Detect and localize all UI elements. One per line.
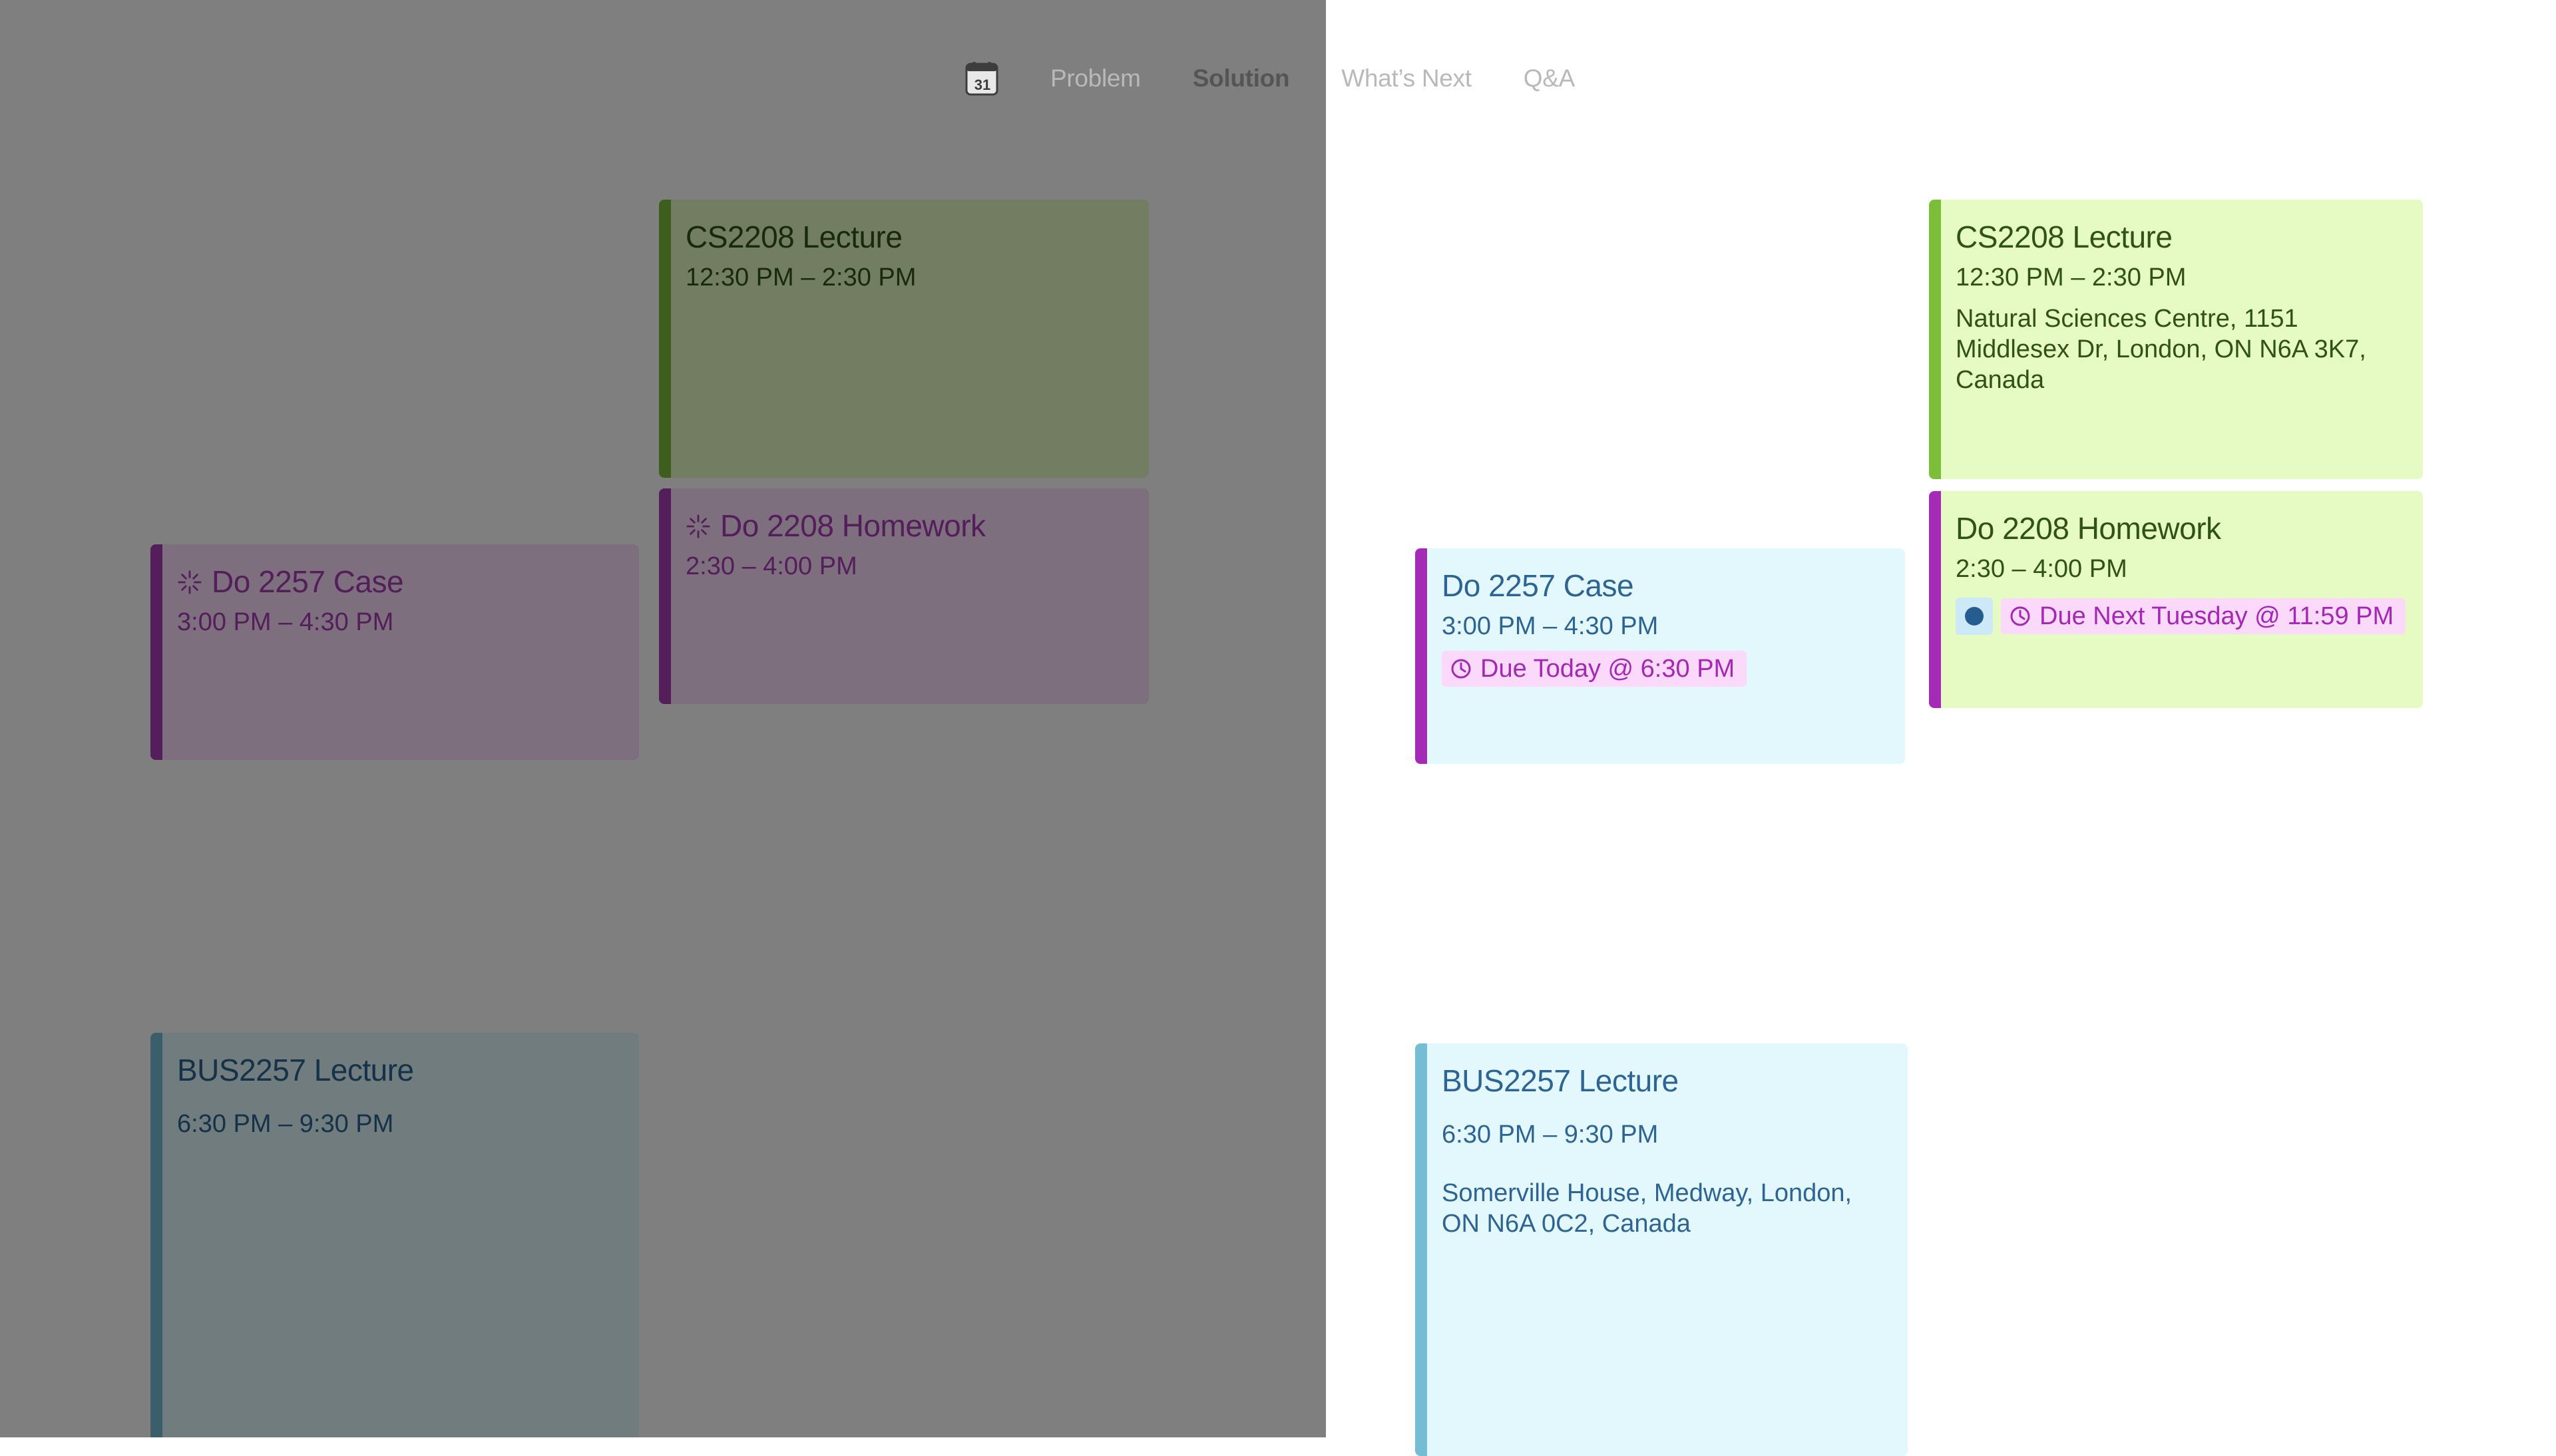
nav-item-whats-next[interactable]: What’s Next — [1341, 65, 1472, 92]
clock-icon — [1451, 659, 1471, 679]
clock-icon — [2010, 606, 2030, 626]
top-nav: 31 Problem Solution What’s Next Q&A — [965, 60, 1627, 97]
due-date-text: Due Next Tuesday @ 11:59 PM — [2039, 602, 2394, 630]
event-location: Natural Sciences Centre, 1151 Middlesex … — [1956, 305, 2366, 394]
badge-row: Due Today @ 6:30 PM — [1442, 651, 1892, 687]
event-cs2208-lecture-before[interactable]: CS2208 Lecture 12:30 PM – 2:30 PM — [659, 200, 1149, 478]
event-bus2257-lecture-after[interactable]: BUS2257 Lecture 6:30 PM – 9:30 PM Somerv… — [1415, 1043, 1908, 1456]
sparkle-icon — [686, 514, 710, 538]
nav-item-qa[interactable]: Q&A — [1524, 65, 1576, 92]
calendar-day-number: 31 — [974, 77, 990, 93]
event-title: Do 2257 Case — [1442, 568, 1634, 603]
event-location: Somerville House, Medway, London, ON N6A… — [1442, 1179, 1852, 1238]
before-calendar-panel: CS2208 Lecture 12:30 PM – 2:30 PM Do 220… — [0, 0, 1326, 1437]
event-do-2257-case-before[interactable]: Do 2257 Case 3:00 PM – 4:30 PM — [150, 544, 639, 760]
dot-icon — [1965, 607, 1984, 626]
event-do-2208-homework-after[interactable]: Do 2208 Homework 2:30 – 4:00 PM Due Next… — [1929, 491, 2423, 708]
event-time: 6:30 PM – 9:30 PM — [1442, 1121, 1659, 1149]
nav-item-problem[interactable]: Problem — [1050, 65, 1141, 92]
nav-item-solution[interactable]: Solution — [1193, 65, 1290, 92]
event-time: 2:30 – 4:00 PM — [1956, 555, 2127, 583]
calendar-icon[interactable]: 31 — [965, 61, 998, 96]
event-title: Do 2208 Homework — [720, 508, 986, 543]
event-time: 12:30 PM – 2:30 PM — [1956, 264, 2187, 291]
event-title: Do 2208 Homework — [1956, 511, 2221, 546]
event-do-2257-case-after[interactable]: Do 2257 Case 3:00 PM – 4:30 PM Due Today… — [1415, 548, 1905, 764]
badge-row: Due Next Tuesday @ 11:59 PM — [1956, 598, 2410, 635]
event-title: Do 2257 Case — [212, 564, 404, 599]
event-title-row: Do 2208 Homework — [686, 507, 1136, 544]
event-time: 6:30 PM – 9:30 PM — [177, 1110, 394, 1138]
event-title: BUS2257 Lecture — [177, 1053, 414, 1087]
sparkle-icon — [178, 570, 202, 594]
event-time: 12:30 PM – 2:30 PM — [686, 264, 917, 291]
event-cs2208-lecture-after[interactable]: CS2208 Lecture 12:30 PM – 2:30 PM Natura… — [1929, 200, 2423, 479]
event-time: 2:30 – 4:00 PM — [686, 552, 857, 580]
status-badge[interactable] — [1956, 598, 1993, 635]
event-time: 3:00 PM – 4:30 PM — [177, 608, 394, 636]
event-title: CS2208 Lecture — [686, 220, 903, 254]
event-bus2257-lecture-before[interactable]: BUS2257 Lecture 6:30 PM – 9:30 PM — [150, 1033, 639, 1437]
event-time: 3:00 PM – 4:30 PM — [1442, 612, 1659, 640]
event-do-2208-homework-before[interactable]: Do 2208 Homework 2:30 – 4:00 PM — [659, 488, 1149, 704]
event-title-row: Do 2257 Case — [177, 563, 626, 600]
due-date-badge: Due Next Tuesday @ 11:59 PM — [2001, 598, 2406, 634]
due-date-badge: Due Today @ 6:30 PM — [1442, 651, 1747, 687]
after-calendar-panel: CS2208 Lecture 12:30 PM – 2:30 PM Natura… — [1326, 0, 2556, 1456]
event-title: CS2208 Lecture — [1956, 220, 2173, 254]
event-title: BUS2257 Lecture — [1442, 1063, 1679, 1098]
due-date-text: Due Today @ 6:30 PM — [1480, 654, 1735, 683]
